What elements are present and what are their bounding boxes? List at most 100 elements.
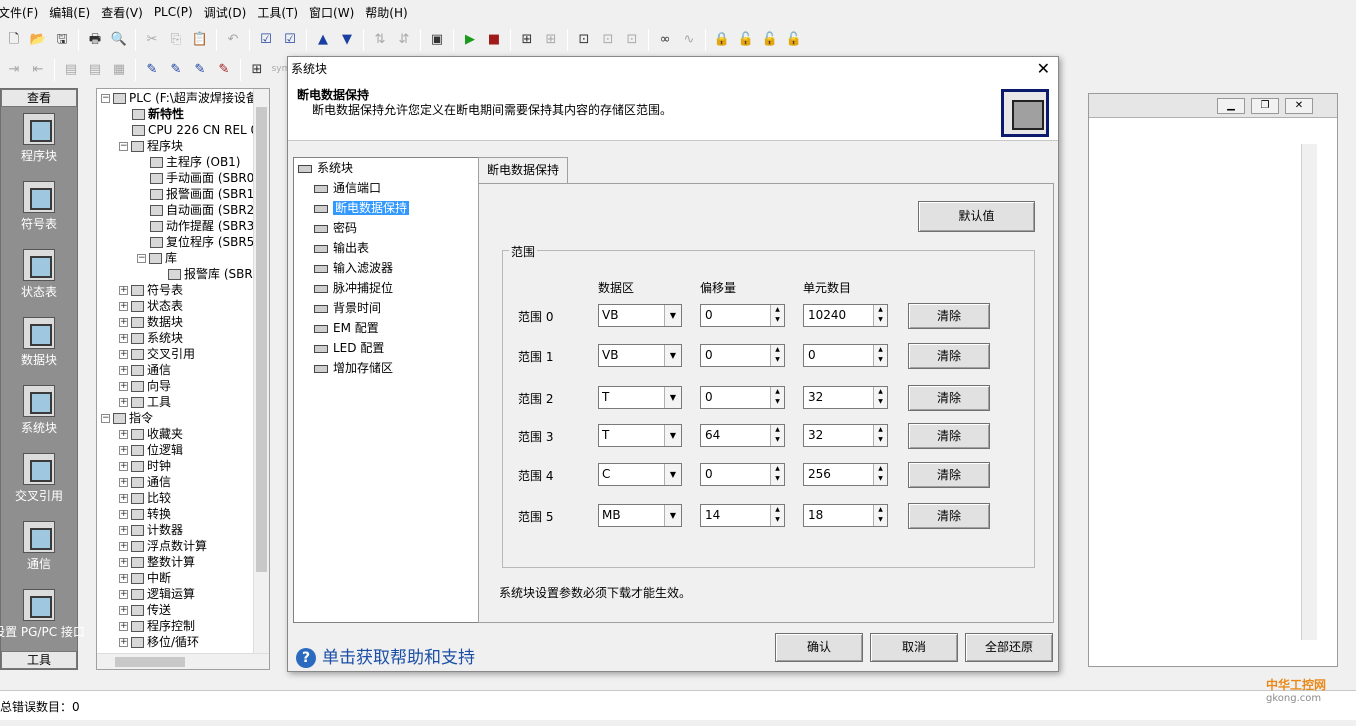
tree-horizontal-scrollbar[interactable] xyxy=(97,653,269,669)
menu-item[interactable]: 工具(T) xyxy=(257,4,307,21)
expand-icon[interactable]: + xyxy=(119,462,128,471)
ok-button[interactable]: 确认 xyxy=(775,633,863,662)
tree-node[interactable]: 手动画面 (SBR0 xyxy=(97,170,269,186)
system-block-tree-item[interactable]: 断电数据保持 xyxy=(294,198,478,218)
spinner-arrows-icon[interactable]: ▲ ▼ xyxy=(770,345,784,366)
copy-icon[interactable]: ⎘ xyxy=(165,29,187,51)
undo-icon[interactable]: ↶ xyxy=(222,29,244,51)
spinner-arrows-icon[interactable]: ▲ ▼ xyxy=(873,305,887,326)
chevron-down-icon[interactable]: ▼ xyxy=(664,464,681,485)
navbar-item[interactable]: 状态表 xyxy=(1,249,77,311)
menu-item[interactable]: 帮助(H) xyxy=(365,4,416,21)
chevron-down-icon[interactable]: ▼ xyxy=(664,305,681,326)
editor-vertical-scrollbar[interactable] xyxy=(1301,144,1317,640)
menu-item[interactable]: 窗口(W) xyxy=(309,4,363,21)
offset-spinner[interactable]: 64 ▲ ▼ xyxy=(700,424,785,447)
spinner-arrows-icon[interactable]: ▲ ▼ xyxy=(770,387,784,408)
expand-icon[interactable]: + xyxy=(119,318,128,327)
stop-icon[interactable]: ■ xyxy=(483,29,505,51)
open-icon[interactable]: 📂 xyxy=(27,29,49,51)
tree-node[interactable]: − 库 xyxy=(97,250,269,266)
paste-icon[interactable]: 📋 xyxy=(189,29,211,51)
expand-icon[interactable]: + xyxy=(119,606,128,615)
navbar-item[interactable]: 通信 xyxy=(1,521,77,583)
system-block-tree-item[interactable]: 通信端口 xyxy=(294,178,478,198)
insert-network-icon[interactable]: ⇥ xyxy=(3,59,25,81)
tree-node[interactable]: + 浮点数计算 xyxy=(97,538,269,554)
unforce-all-icon[interactable]: 🔓 xyxy=(759,29,781,51)
read-all-icon[interactable]: ∿ xyxy=(678,29,700,51)
expand-icon[interactable]: + xyxy=(119,590,128,599)
menu-item[interactable]: 编辑(E) xyxy=(49,4,99,21)
tree-node[interactable]: + 符号表 xyxy=(97,282,269,298)
offset-spinner[interactable]: 14 ▲ ▼ xyxy=(700,504,785,527)
expand-icon[interactable]: + xyxy=(119,526,128,535)
tree-node[interactable]: + 计数器 xyxy=(97,522,269,538)
download-icon[interactable]: ▼ xyxy=(336,29,358,51)
count-spinner[interactable]: 0 ▲ ▼ xyxy=(803,344,888,367)
pause-status-icon[interactable]: ⊞ xyxy=(540,29,562,51)
collapse-icon[interactable]: − xyxy=(101,414,110,423)
tree-node[interactable]: + 交叉引用 xyxy=(97,346,269,362)
navbar-footer[interactable]: 工具 xyxy=(1,651,77,669)
tree-node[interactable]: 报警画面 (SBR1 xyxy=(97,186,269,202)
read-all-forced-icon[interactable]: 🔓 xyxy=(783,29,805,51)
tree-node[interactable]: CPU 226 CN REL 02 xyxy=(97,122,269,138)
clear-button[interactable]: 清除 xyxy=(908,503,990,529)
upload-icon[interactable]: ▲ xyxy=(312,29,334,51)
tree-node[interactable]: 新特性 xyxy=(97,106,269,122)
close-icon[interactable]: ✕ xyxy=(1285,98,1313,114)
spinner-arrows-icon[interactable]: ▲ ▼ xyxy=(873,505,887,526)
restore-icon[interactable]: ❐ xyxy=(1251,98,1279,114)
expand-icon[interactable]: + xyxy=(119,446,128,455)
spinner-arrows-icon[interactable]: ▲ ▼ xyxy=(770,464,784,485)
write-all-icon[interactable]: ∞ xyxy=(654,29,676,51)
minimize-icon[interactable]: ▁ xyxy=(1217,98,1245,114)
restore-all-button[interactable]: 全部还原 xyxy=(965,633,1053,662)
toggle-pou-comments-icon[interactable]: ▤ xyxy=(60,59,82,81)
run-icon[interactable]: ▶ xyxy=(459,29,481,51)
menu-item[interactable]: PLC(P) xyxy=(154,5,202,19)
chevron-down-icon[interactable]: ▼ xyxy=(664,345,681,366)
tree-vertical-scrollbar[interactable] xyxy=(253,89,269,653)
expand-icon[interactable]: + xyxy=(119,350,128,359)
data-area-select[interactable]: C ▼ xyxy=(598,463,682,486)
spinner-arrows-icon[interactable]: ▲ ▼ xyxy=(770,505,784,526)
system-block-tree-item[interactable]: 输入滤波器 xyxy=(294,258,478,278)
tree-node[interactable]: + 中断 xyxy=(97,570,269,586)
expand-icon[interactable]: + xyxy=(119,382,128,391)
clear-button[interactable]: 清除 xyxy=(908,343,990,369)
collapse-icon[interactable]: − xyxy=(101,94,110,103)
navbar-item[interactable]: 程序块 xyxy=(1,113,77,175)
toggle-symbol-info-icon[interactable]: ▦ xyxy=(108,59,130,81)
system-block-tree-item[interactable]: EM 配置 xyxy=(294,318,478,338)
menu-item[interactable]: 查看(V) xyxy=(101,4,152,21)
chart-pause-icon[interactable]: ⊡ xyxy=(597,29,619,51)
chevron-down-icon[interactable]: ▼ xyxy=(664,425,681,446)
tree-node[interactable]: + 位逻辑 xyxy=(97,442,269,458)
tree-root[interactable]: 系统块 xyxy=(294,158,478,178)
count-spinner[interactable]: 256 ▲ ▼ xyxy=(803,463,888,486)
tree-node[interactable]: + 移位/循环 xyxy=(97,634,269,650)
expand-icon[interactable]: + xyxy=(119,622,128,631)
navbar-item[interactable]: 符号表 xyxy=(1,181,77,243)
offset-spinner[interactable]: 0 ▲ ▼ xyxy=(700,304,785,327)
unforce-icon[interactable]: 🔓 xyxy=(735,29,757,51)
collapse-icon[interactable]: − xyxy=(119,142,128,151)
clear-button[interactable]: 清除 xyxy=(908,385,990,411)
system-block-tree-item[interactable]: 增加存储区 xyxy=(294,358,478,378)
spinner-arrows-icon[interactable]: ▲ ▼ xyxy=(770,425,784,446)
clear-button[interactable]: 清除 xyxy=(908,462,990,488)
tree-node[interactable]: 报警库 (SBR xyxy=(97,266,269,282)
navbar-item[interactable]: 设置 PG/PC 接口 xyxy=(0,589,85,651)
tab-power-retention[interactable]: 断电数据保持 xyxy=(478,157,569,184)
spinner-arrows-icon[interactable]: ▲ ▼ xyxy=(873,345,887,366)
tree-node[interactable]: 主程序 (OB1) xyxy=(97,154,269,170)
save-all-icon[interactable]: 🖫 xyxy=(51,29,73,51)
navbar-item[interactable]: 交叉引用 xyxy=(1,453,77,515)
remove-bookmarks-icon[interactable]: ✎ xyxy=(213,59,235,81)
collapse-icon[interactable]: − xyxy=(137,254,146,263)
sort-descending-icon[interactable]: ⇵ xyxy=(393,29,415,51)
expand-icon[interactable]: + xyxy=(119,542,128,551)
expand-icon[interactable]: + xyxy=(119,286,128,295)
